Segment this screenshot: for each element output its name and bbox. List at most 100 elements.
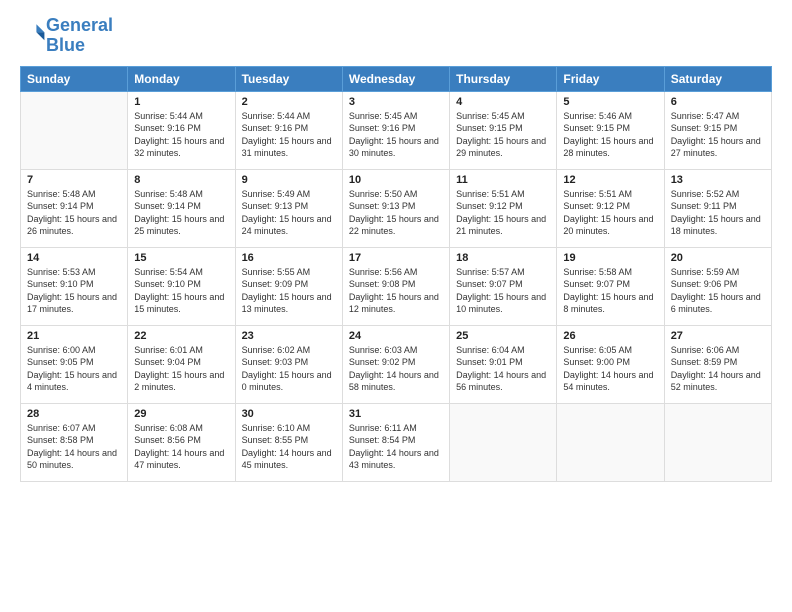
day-number: 22: [134, 330, 228, 342]
calendar-cell: [450, 403, 557, 481]
calendar-cell: 22 Sunrise: 6:01 AMSunset: 9:04 PMDayligh…: [128, 325, 235, 403]
calendar-cell: 11Sunrise: 5:51 AMSunset: 9:12 PMDayligh…: [450, 169, 557, 247]
day-number: 25: [456, 330, 550, 342]
day-number: 28: [27, 408, 121, 420]
day-info: Sunrise: 5:59 AMSunset: 9:06 PMDaylight:…: [671, 266, 765, 316]
day-info: Sunrise: 6:03 AMSunset: 9:02 PMDaylight:…: [349, 344, 443, 394]
calendar-body: 1 Sunrise: 5:44 AMSunset: 9:16 PMDaylight…: [21, 91, 772, 481]
day-info: Sunrise: 6:04 AMSunset: 9:01 PMDaylight:…: [456, 344, 550, 394]
day-number: 17: [349, 252, 443, 264]
calendar-cell: 16 Sunrise: 5:55 AMSunset: 9:09 PMDayligh…: [235, 247, 342, 325]
day-info: Sunrise: 5:55 AMSunset: 9:09 PMDaylight:…: [242, 266, 336, 316]
week-row-4: 28 Sunrise: 6:07 AMSunset: 8:58 PMDayligh…: [21, 403, 772, 481]
calendar-page: General Blue SundayMondayTuesdayWednesda…: [0, 0, 792, 612]
day-number: 9: [242, 174, 336, 186]
day-number: 1: [134, 96, 228, 108]
calendar-cell: [557, 403, 664, 481]
weekday-header-tuesday: Tuesday: [235, 66, 342, 91]
calendar-cell: 23 Sunrise: 6:02 AMSunset: 9:03 PMDayligh…: [235, 325, 342, 403]
day-info: Sunrise: 5:56 AMSunset: 9:08 PMDaylight:…: [349, 266, 443, 316]
calendar-cell: 2 Sunrise: 5:44 AMSunset: 9:16 PMDaylight…: [235, 91, 342, 169]
day-info: Sunrise: 5:44 AMSunset: 9:16 PMDaylight:…: [134, 110, 228, 160]
week-row-0: 1 Sunrise: 5:44 AMSunset: 9:16 PMDaylight…: [21, 91, 772, 169]
calendar-cell: 20 Sunrise: 5:59 AMSunset: 9:06 PMDayligh…: [664, 247, 771, 325]
day-info: Sunrise: 5:54 AMSunset: 9:10 PMDaylight:…: [134, 266, 228, 316]
calendar-cell: 30 Sunrise: 6:10 AMSunset: 8:55 PMDayligh…: [235, 403, 342, 481]
day-info: Sunrise: 5:52 AMSunset: 9:11 PMDaylight:…: [671, 188, 765, 238]
day-number: 2: [242, 96, 336, 108]
day-number: 6: [671, 96, 765, 108]
day-number: 10: [349, 174, 443, 186]
day-info: Sunrise: 6:06 AMSunset: 8:59 PMDaylight:…: [671, 344, 765, 394]
calendar-cell: 24 Sunrise: 6:03 AMSunset: 9:02 PMDayligh…: [342, 325, 449, 403]
day-info: Sunrise: 6:00 AMSunset: 9:05 PMDaylight:…: [27, 344, 121, 394]
calendar-table: SundayMondayTuesdayWednesdayThursdayFrid…: [20, 66, 772, 482]
weekday-header-friday: Friday: [557, 66, 664, 91]
calendar-cell: 17 Sunrise: 5:56 AMSunset: 9:08 PMDayligh…: [342, 247, 449, 325]
day-number: 24: [349, 330, 443, 342]
day-number: 29: [134, 408, 228, 420]
day-number: 26: [563, 330, 657, 342]
calendar-cell: 1 Sunrise: 5:44 AMSunset: 9:16 PMDaylight…: [128, 91, 235, 169]
weekday-header-thursday: Thursday: [450, 66, 557, 91]
calendar-cell: 4 Sunrise: 5:45 AMSunset: 9:15 PMDaylight…: [450, 91, 557, 169]
day-info: Sunrise: 6:10 AMSunset: 8:55 PMDaylight:…: [242, 422, 336, 472]
calendar-cell: 21Sunrise: 6:00 AMSunset: 9:05 PMDayligh…: [21, 325, 128, 403]
day-info: Sunrise: 5:49 AMSunset: 9:13 PMDaylight:…: [242, 188, 336, 238]
day-info: Sunrise: 6:01 AMSunset: 9:04 PMDaylight:…: [134, 344, 228, 394]
calendar-cell: 10 Sunrise: 5:50 AMSunset: 9:13 PMDayligh…: [342, 169, 449, 247]
calendar-cell: 13 Sunrise: 5:52 AMSunset: 9:11 PMDayligh…: [664, 169, 771, 247]
calendar-cell: 8Sunrise: 5:48 AMSunset: 9:14 PMDaylight…: [128, 169, 235, 247]
day-info: Sunrise: 5:46 AMSunset: 9:15 PMDaylight:…: [563, 110, 657, 160]
day-number: 15: [134, 252, 228, 264]
calendar-cell: 7 Sunrise: 5:48 AMSunset: 9:14 PMDaylight…: [21, 169, 128, 247]
day-number: 30: [242, 408, 336, 420]
calendar-cell: 14Sunrise: 5:53 AMSunset: 9:10 PMDayligh…: [21, 247, 128, 325]
day-info: Sunrise: 5:57 AMSunset: 9:07 PMDaylight:…: [456, 266, 550, 316]
calendar-cell: [664, 403, 771, 481]
day-number: 31: [349, 408, 443, 420]
day-info: Sunrise: 5:45 AMSunset: 9:15 PMDaylight:…: [456, 110, 550, 160]
day-info: Sunrise: 5:58 AMSunset: 9:07 PMDaylight:…: [563, 266, 657, 316]
calendar-cell: 31 Sunrise: 6:11 AMSunset: 8:54 PMDayligh…: [342, 403, 449, 481]
day-number: 27: [671, 330, 765, 342]
day-info: Sunrise: 6:05 AMSunset: 9:00 PMDaylight:…: [563, 344, 657, 394]
day-info: Sunrise: 5:47 AMSunset: 9:15 PMDaylight:…: [671, 110, 765, 160]
day-number: 12: [563, 174, 657, 186]
day-number: 23: [242, 330, 336, 342]
day-number: 4: [456, 96, 550, 108]
day-info: Sunrise: 5:45 AMSunset: 9:16 PMDaylight:…: [349, 110, 443, 160]
day-info: Sunrise: 5:50 AMSunset: 9:13 PMDaylight:…: [349, 188, 443, 238]
weekday-header-sunday: Sunday: [21, 66, 128, 91]
day-number: 16: [242, 252, 336, 264]
day-info: Sunrise: 5:51 AMSunset: 9:12 PMDaylight:…: [456, 188, 550, 238]
day-number: 14: [27, 252, 121, 264]
calendar-cell: 28 Sunrise: 6:07 AMSunset: 8:58 PMDayligh…: [21, 403, 128, 481]
day-number: 5: [563, 96, 657, 108]
day-info: Sunrise: 6:11 AMSunset: 8:54 PMDaylight:…: [349, 422, 443, 472]
calendar-cell: [21, 91, 128, 169]
calendar-cell: 27 Sunrise: 6:06 AMSunset: 8:59 PMDayligh…: [664, 325, 771, 403]
day-info: Sunrise: 5:48 AMSunset: 9:14 PMDaylight:…: [27, 188, 121, 238]
day-number: 7: [27, 174, 121, 186]
logo-icon: [22, 21, 46, 45]
day-number: 13: [671, 174, 765, 186]
day-number: 8: [134, 174, 228, 186]
day-info: Sunrise: 6:02 AMSunset: 9:03 PMDaylight:…: [242, 344, 336, 394]
logo-text: General Blue: [46, 16, 113, 56]
calendar-cell: 25 Sunrise: 6:04 AMSunset: 9:01 PMDayligh…: [450, 325, 557, 403]
weekday-header-saturday: Saturday: [664, 66, 771, 91]
calendar-cell: 6 Sunrise: 5:47 AMSunset: 9:15 PMDaylight…: [664, 91, 771, 169]
logo: General Blue: [20, 16, 113, 56]
day-info: Sunrise: 6:08 AMSunset: 8:56 PMDaylight:…: [134, 422, 228, 472]
calendar-cell: 9 Sunrise: 5:49 AMSunset: 9:13 PMDaylight…: [235, 169, 342, 247]
calendar-cell: 12Sunrise: 5:51 AMSunset: 9:12 PMDayligh…: [557, 169, 664, 247]
day-number: 20: [671, 252, 765, 264]
calendar-cell: 3 Sunrise: 5:45 AMSunset: 9:16 PMDaylight…: [342, 91, 449, 169]
day-info: Sunrise: 5:44 AMSunset: 9:16 PMDaylight:…: [242, 110, 336, 160]
calendar-cell: 5 Sunrise: 5:46 AMSunset: 9:15 PMDaylight…: [557, 91, 664, 169]
day-info: Sunrise: 6:07 AMSunset: 8:58 PMDaylight:…: [27, 422, 121, 472]
weekday-header-monday: Monday: [128, 66, 235, 91]
calendar-cell: 29 Sunrise: 6:08 AMSunset: 8:56 PMDayligh…: [128, 403, 235, 481]
day-number: 3: [349, 96, 443, 108]
